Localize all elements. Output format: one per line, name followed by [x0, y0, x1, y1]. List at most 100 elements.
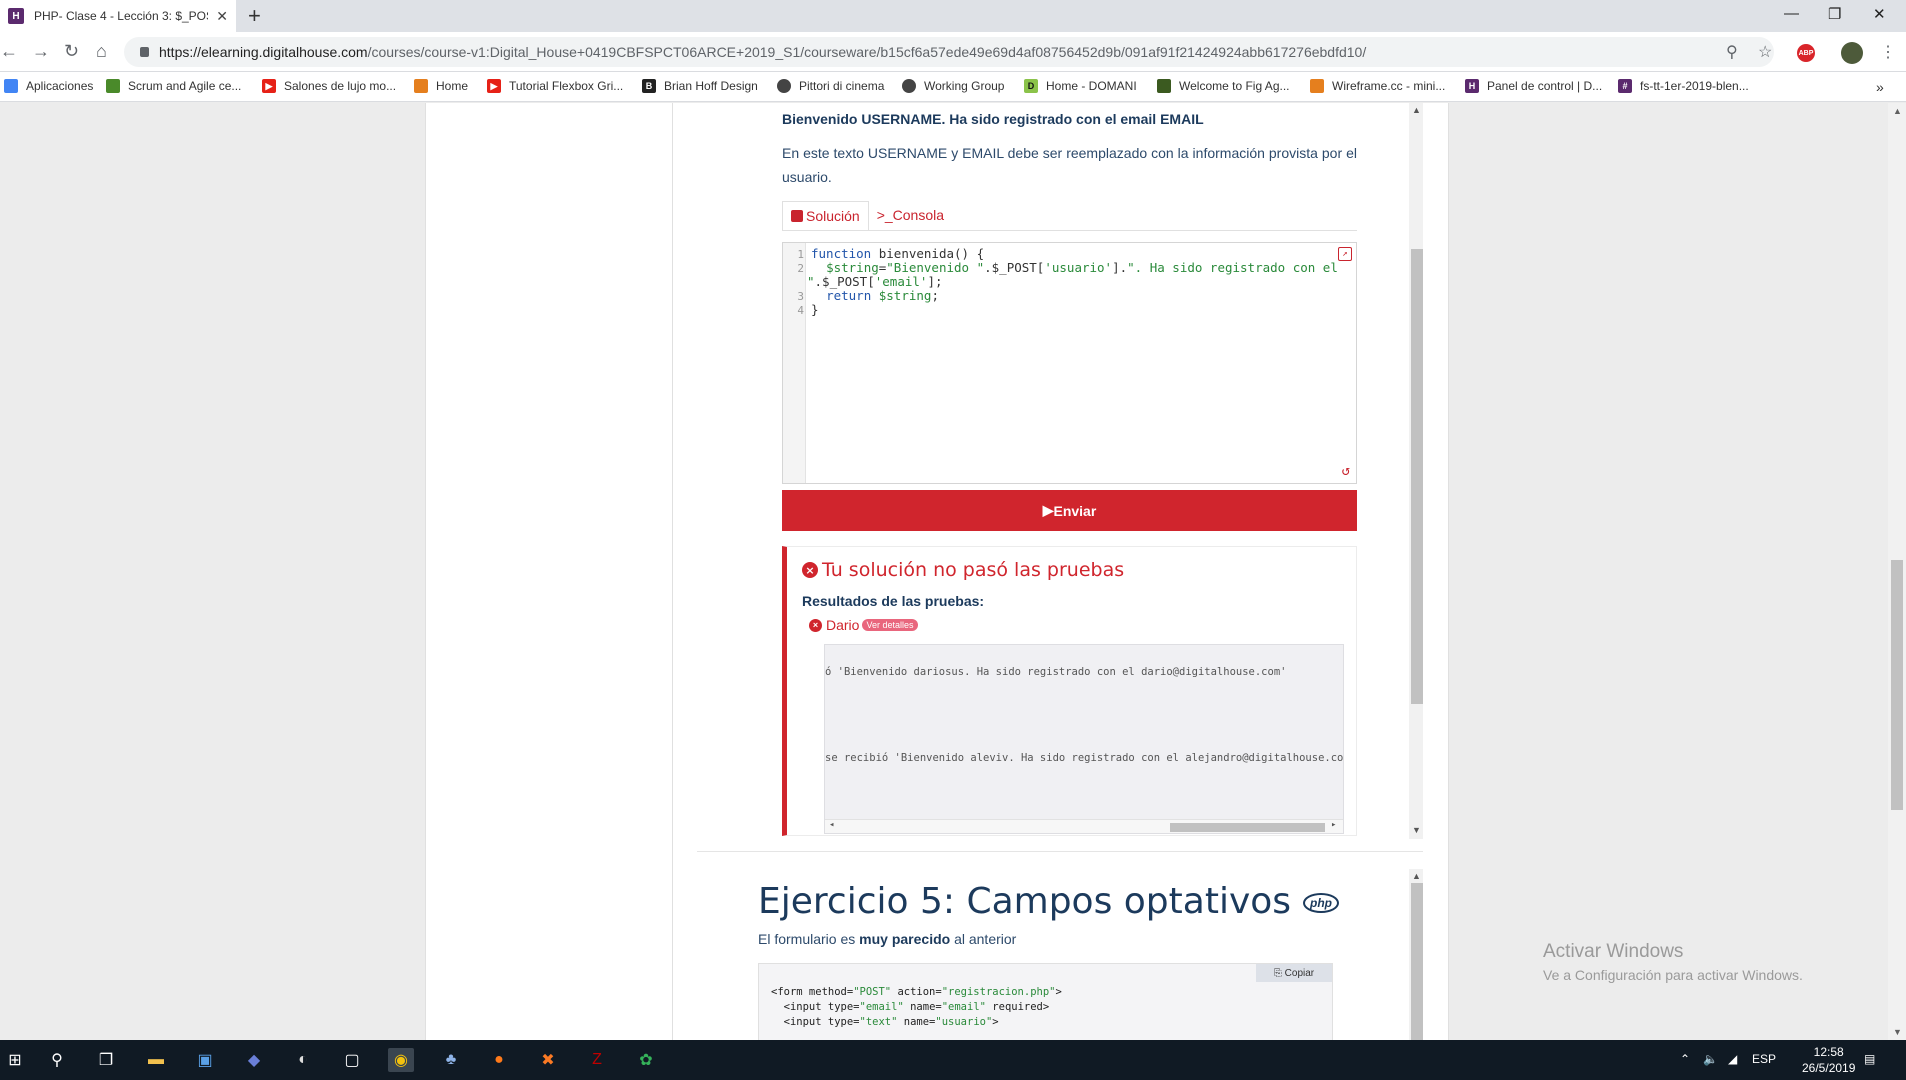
code-line: <input type="email" name="email" require…	[771, 1001, 1050, 1013]
code-line: }	[811, 302, 819, 317]
editor-gutter	[783, 243, 806, 483]
zoom-icon[interactable]: ⚲	[1726, 42, 1738, 62]
code-line: function bienvenida() {	[811, 246, 985, 261]
window-close-icon[interactable]: ✕	[1873, 5, 1886, 23]
task-view-icon[interactable]: ❐	[93, 1048, 119, 1072]
file-explorer-icon[interactable]: ▬	[143, 1048, 169, 1072]
bookmark-item[interactable]: B Brian Hoff Design	[642, 79, 758, 93]
forward-arrow-icon[interactable]: →	[32, 41, 50, 61]
bookmark-favicon-icon: D	[1024, 79, 1038, 93]
scroll-up-icon[interactable]: ▲	[1412, 871, 1421, 881]
search-icon[interactable]: ⚲	[44, 1048, 70, 1072]
adblock-extension-icon[interactable]: ABP	[1797, 44, 1815, 62]
app-icon[interactable]: ✿	[633, 1048, 659, 1072]
youtube-icon: ▶	[487, 79, 501, 93]
more-bookmarks-icon[interactable]: »	[1876, 79, 1884, 95]
bookmark-item[interactable]: H Panel de control | D...	[1465, 79, 1602, 93]
exercise5-description: El formulario es muy parecido al anterio…	[758, 931, 1017, 947]
scroll-thumb[interactable]	[1170, 823, 1325, 832]
test-case: × Dario Ver detalles	[809, 617, 918, 633]
tab-close-icon[interactable]: ✕	[216, 8, 228, 25]
scroll-thumb[interactable]	[1411, 249, 1423, 704]
profile-avatar[interactable]	[1841, 42, 1863, 64]
details-badge[interactable]: Ver detalles	[862, 619, 918, 631]
scroll-down-icon[interactable]: ▼	[1893, 1027, 1902, 1037]
bookmark-item[interactable]: Pittori di cinema	[777, 79, 884, 93]
php-logo-icon: php	[1303, 893, 1339, 913]
apps-grid-icon	[4, 79, 18, 93]
tab-console[interactable]: >_Consola	[869, 201, 952, 231]
tray-expand-icon[interactable]: ⌃	[1680, 1052, 1690, 1066]
app-icon[interactable]: ◆	[241, 1048, 267, 1072]
bookmark-item[interactable]: Scrum and Agile ce...	[106, 79, 241, 93]
xampp-icon[interactable]: ✖	[535, 1048, 561, 1072]
editor-tabs: Solución >_Consola	[782, 201, 952, 231]
expand-editor-icon[interactable]: ↗	[1338, 247, 1352, 261]
filezilla-icon[interactable]: Z	[584, 1048, 610, 1072]
section-divider	[697, 851, 1423, 852]
minimize-icon[interactable]: —	[1784, 5, 1799, 22]
bookmark-item[interactable]: Working Group	[902, 79, 1004, 93]
new-tab-button[interactable]: +	[248, 5, 261, 27]
code-line: return $string;	[826, 288, 939, 303]
results-title: × Tu solución no pasó las pruebas	[802, 559, 1124, 581]
bookmark-item[interactable]: ▶ Salones de lujo mo...	[262, 79, 396, 93]
site-favicon-icon: H	[8, 8, 24, 24]
scroll-thumb[interactable]	[1891, 560, 1903, 810]
network-icon[interactable]: ◢	[1728, 1052, 1737, 1066]
copy-button[interactable]: ⎘ Copiar	[1256, 964, 1332, 982]
scroll-down-icon[interactable]: ▼	[1412, 825, 1421, 835]
globe-icon	[777, 79, 791, 93]
app-icon[interactable]: ◐	[290, 1048, 316, 1072]
bookmark-item[interactable]: D Home - DOMANI	[1024, 79, 1137, 93]
language-indicator[interactable]: ESP	[1752, 1052, 1776, 1066]
page-viewport: Bienvenido USERNAME. Ha sido registrado …	[0, 103, 1888, 1040]
browser-menu-icon[interactable]: ⋮	[1880, 42, 1896, 62]
system-clock[interactable]: 12:58 26/5/2019	[1802, 1044, 1855, 1076]
back-arrow-icon[interactable]: ←	[0, 41, 18, 61]
volume-icon[interactable]: 🔈	[1703, 1052, 1718, 1066]
html-code-block: ⎘ Copiar <form method="POST" action="reg…	[758, 963, 1333, 1040]
app-icon[interactable]: ▢	[339, 1048, 365, 1072]
scroll-thumb[interactable]	[1411, 883, 1423, 1040]
bookmark-favicon-icon	[1157, 79, 1171, 93]
exercise-frame-scrollbar[interactable]: ▲ ▼	[1409, 103, 1423, 839]
bookmark-item[interactable]: ▶ Tutorial Flexbox Gri...	[487, 79, 623, 93]
output-horizontal-scrollbar[interactable]: ◂ ▸	[825, 819, 1343, 833]
code-editor[interactable]: 1 2 3 4 function bienvenida() { $string=…	[782, 242, 1357, 484]
page-scrollbar[interactable]: ▲ ▼	[1888, 103, 1906, 1040]
reload-icon[interactable]: ↻	[64, 41, 79, 61]
firefox-icon[interactable]: ●	[486, 1048, 512, 1072]
test-output[interactable]: ó 'Bienvenido dariosus. Ha sido registra…	[824, 644, 1344, 834]
url-host: https://elearning.digitalhouse.com	[159, 44, 368, 60]
bookmark-item[interactable]: # fs-tt-1er-2019-blen...	[1618, 79, 1749, 93]
bookmark-star-icon[interactable]: ☆	[1758, 42, 1772, 62]
bookmark-apps[interactable]: Aplicaciones	[4, 79, 93, 93]
bookmark-item[interactable]: Home	[414, 79, 468, 93]
bookmark-item[interactable]: Welcome to Fig Ag...	[1157, 79, 1290, 93]
start-windows-icon[interactable]: ⊞	[2, 1048, 28, 1072]
bookmark-item[interactable]: Wireframe.cc - mini...	[1310, 79, 1445, 93]
tab-solution[interactable]: Solución	[782, 201, 869, 231]
scroll-right-icon[interactable]: ▸	[1331, 820, 1336, 830]
browser-tab-active[interactable]: H PHP- Clase 4 - Lección 3: $_POST ✕	[0, 0, 236, 32]
play-icon: ▶	[1042, 502, 1054, 518]
chrome-icon[interactable]: ◉	[388, 1048, 414, 1072]
address-bar[interactable]: https://elearning.digitalhouse.com/cours…	[124, 37, 1774, 67]
reset-code-icon[interactable]: ↺	[1342, 463, 1350, 479]
notifications-icon[interactable]: ▤	[1864, 1052, 1875, 1066]
clipboard-icon: ⎘	[1273, 967, 1285, 979]
scroll-up-icon[interactable]: ▲	[1412, 105, 1421, 115]
restore-icon[interactable]: ❐	[1828, 5, 1841, 23]
home-icon[interactable]: ⌂	[96, 41, 107, 61]
app-icon[interactable]: ▣	[192, 1048, 218, 1072]
scroll-left-icon[interactable]: ◂	[829, 820, 834, 830]
exercise5-frame-scrollbar[interactable]: ▲	[1409, 869, 1423, 1040]
submit-button[interactable]: ▶ Enviar	[782, 490, 1357, 531]
youtube-icon: ▶	[262, 79, 276, 93]
bookmark-favicon-icon	[1310, 79, 1324, 93]
app-icon[interactable]: ♣	[438, 1048, 464, 1072]
scroll-up-icon[interactable]: ▲	[1893, 106, 1902, 116]
results-subtitle: Resultados de las pruebas:	[802, 593, 985, 609]
exercise-frame: Bienvenido USERNAME. Ha sido registrado …	[697, 103, 1417, 839]
